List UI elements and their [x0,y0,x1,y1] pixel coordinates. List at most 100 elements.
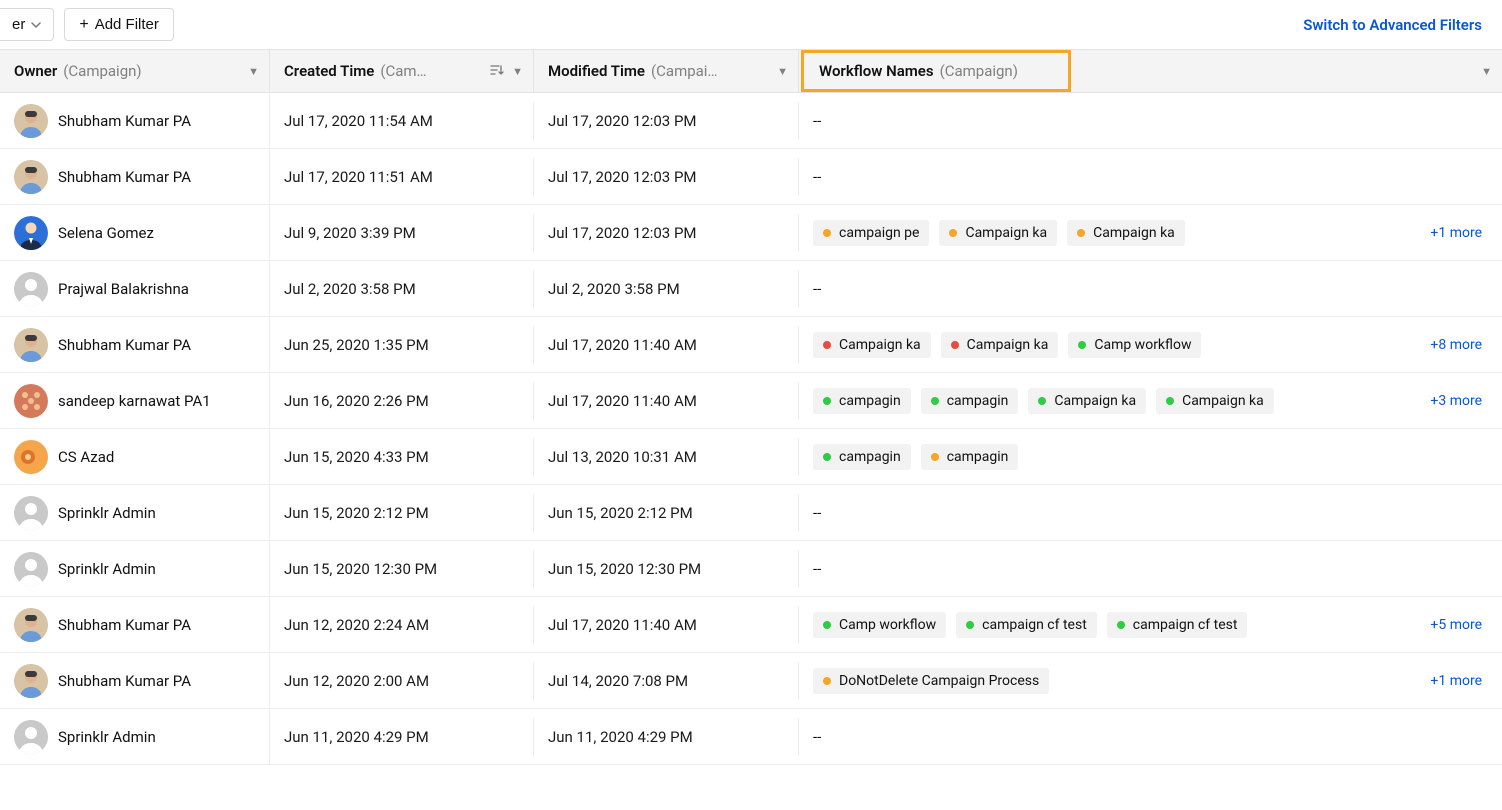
modified-time: Jul 17, 2020 11:40 AM [548,616,697,634]
status-dot-icon [1038,397,1046,405]
workflow-tag[interactable]: Camp workflow [813,612,946,638]
cell-workflow: -- [799,158,1502,196]
cell-workflow: Campaign ka Campaign ka Camp workflow +8 mo… [799,322,1502,368]
tag-text: campagin [839,393,901,409]
column-header-owner[interactable]: Owner (Campaign) ▼ [0,50,270,92]
more-tags-link[interactable]: +3 more [1430,393,1488,409]
caret-down-icon[interactable]: ▼ [1481,65,1492,78]
avatar [14,440,48,474]
workflow-tag[interactable]: Campaign ka [1028,388,1146,414]
tag-text: Campaign ka [1093,225,1175,241]
cell-owner: Shubham Kumar PA [0,654,270,708]
table-row[interactable]: Shubham Kumar PA Jul 17, 2020 11:54 AM Jul… [0,93,1502,149]
tag-text: campagin [839,449,901,465]
cell-modified: Jun 11, 2020 4:29 PM [534,718,799,756]
modified-time: Jul 17, 2020 11:40 AM [548,392,697,410]
created-time: Jun 12, 2020 2:00 AM [284,672,429,690]
data-table: Owner (Campaign) ▼ Created Time (Cam… ▼ … [0,49,1502,765]
avatar [14,384,48,418]
cell-created: Jun 16, 2020 2:26 PM [270,382,534,420]
cell-workflow: DoNotDelete Campaign Process +1 more [799,658,1502,704]
table-row[interactable]: Selena Gomez Jul 9, 2020 3:39 PM Jul 17, 2… [0,205,1502,261]
created-time: Jun 11, 2020 4:29 PM [284,728,429,746]
owner-name: Shubham Kumar PA [58,616,191,634]
workflow-tag[interactable]: campagin [813,444,911,470]
more-tags-link[interactable]: +1 more [1430,225,1488,241]
table-row[interactable]: Sprinklr AdminJun 11, 2020 4:29 PMJun 11… [0,709,1502,765]
workflow-tag[interactable]: Campaign ka [1067,220,1185,246]
cell-modified: Jul 17, 2020 12:03 PM [534,102,799,140]
owner-name: Sprinklr Admin [58,560,156,578]
created-time: Jul 17, 2020 11:54 AM [284,112,433,130]
modified-time: Jul 17, 2020 12:03 PM [548,112,697,130]
cell-workflow: -- [799,102,1502,140]
table-row[interactable]: sandeep karnawat PA1Jun 16, 2020 2:26 PM… [0,373,1502,429]
table-row[interactable]: Shubham Kumar PA Jun 12, 2020 2:00 AM Jul … [0,653,1502,709]
avatar [14,720,48,754]
status-dot-icon [823,229,831,237]
cell-workflow: campagin campagin Campaign ka Campaign ka +3… [799,378,1502,424]
table-row[interactable]: Prajwal BalakrishnaJul 2, 2020 3:58 PMJu… [0,261,1502,317]
workflow-tag[interactable]: campaign pe [813,220,929,246]
status-dot-icon [931,397,939,405]
column-header-workflow[interactable]: Workflow Names (Campaign) ▼ [799,50,1502,92]
tag-text: Camp workflow [1094,337,1191,353]
workflow-tag[interactable]: Camp workflow [1068,332,1201,358]
add-filter-button[interactable]: + Add Filter [64,8,174,41]
table-row[interactable]: Sprinklr Admin Jun 15, 2020 12:30 PM Jun 1… [0,541,1502,597]
caret-down-icon[interactable]: ▼ [777,65,788,78]
cell-created: Jul 17, 2020 11:51 AM [270,158,534,196]
cell-owner: Selena Gomez [0,206,270,260]
switch-advanced-filters-link[interactable]: Switch to Advanced Filters [1303,16,1502,34]
header-label: Workflow Names [819,62,934,80]
created-time: Jul 17, 2020 11:51 AM [284,168,433,186]
more-tags-link[interactable]: +8 more [1430,337,1488,353]
workflow-tag[interactable]: campaign cf test [1107,612,1248,638]
header-sublabel: (Campai… [651,62,717,80]
caret-down-icon[interactable]: ▼ [512,65,523,78]
status-dot-icon [823,453,831,461]
created-time: Jun 15, 2020 12:30 PM [284,560,437,578]
table-row[interactable]: Shubham Kumar PAJun 12, 2020 2:24 AMJul … [0,597,1502,653]
table-header: Owner (Campaign) ▼ Created Time (Cam… ▼ … [0,49,1502,93]
table-row[interactable]: Shubham Kumar PAJun 25, 2020 1:35 PMJul … [0,317,1502,373]
column-header-created[interactable]: Created Time (Cam… ▼ [270,50,534,92]
created-time: Jul 9, 2020 3:39 PM [284,224,416,242]
modified-time: Jun 15, 2020 12:30 PM [548,560,701,578]
header-label: Created Time [284,62,374,80]
table-row[interactable]: Sprinklr AdminJun 15, 2020 2:12 PMJun 15… [0,485,1502,541]
workflow-tag[interactable]: campagin [921,444,1019,470]
filter-dropdown-button[interactable]: er [0,8,54,41]
tag-text: Campaign ka [839,337,921,353]
workflow-tag[interactable]: campagin [813,388,911,414]
status-dot-icon [823,621,831,629]
more-tags-link[interactable]: +5 more [1430,617,1488,633]
workflow-tag[interactable]: DoNotDelete Campaign Process [813,668,1049,694]
more-tags-link[interactable]: +1 more [1430,673,1488,689]
empty-value: -- [813,112,821,130]
dropdown-label: er [12,16,25,33]
owner-name: Selena Gomez [58,224,154,242]
cell-workflow: -- [799,718,1502,756]
empty-value: -- [813,280,821,298]
workflow-tag[interactable]: campaign cf test [956,612,1097,638]
empty-value: -- [813,560,821,578]
workflow-tag[interactable]: Campaign ka [813,332,931,358]
table-row[interactable]: CS AzadJun 15, 2020 4:33 PMJul 13, 2020 … [0,429,1502,485]
cell-modified: Jul 14, 2020 7:08 PM [534,662,799,700]
workflow-tag[interactable]: campagin [921,388,1019,414]
empty-value: -- [813,728,821,746]
modified-time: Jul 17, 2020 12:03 PM [548,224,697,242]
add-filter-label: Add Filter [95,16,159,33]
workflow-tag[interactable]: Campaign ka [939,220,1057,246]
table-row[interactable]: Shubham Kumar PAJul 17, 2020 11:51 AMJul… [0,149,1502,205]
owner-name: Shubham Kumar PA [58,112,191,130]
tag-text: campaign cf test [982,617,1087,633]
cell-workflow: campagin campagin [799,434,1502,480]
caret-down-icon[interactable]: ▼ [248,65,259,78]
cell-owner: sandeep karnawat PA1 [0,374,270,428]
workflow-tag[interactable]: Campaign ka [941,332,1059,358]
column-header-modified[interactable]: Modified Time (Campai… ▼ [534,50,799,92]
sort-icon[interactable] [490,64,504,79]
workflow-tag[interactable]: Campaign ka [1156,388,1274,414]
